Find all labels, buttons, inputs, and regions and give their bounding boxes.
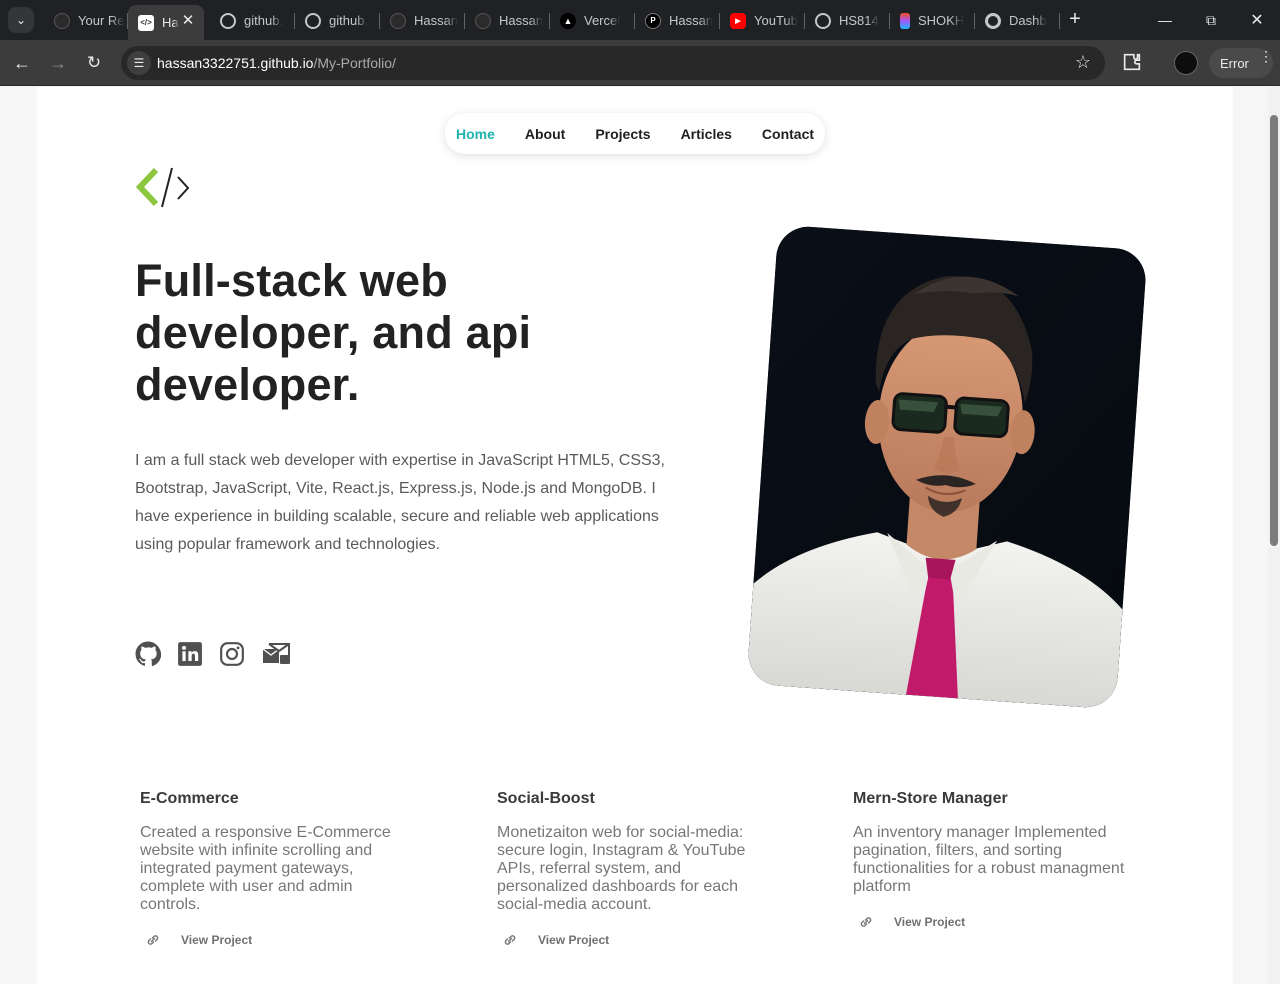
browser-tab[interactable]: HS814 xyxy=(805,5,890,36)
nav-about[interactable]: About xyxy=(510,126,580,142)
project-title: E-Commerce xyxy=(140,790,239,807)
portfolio-page: Home About Projects Articles Contact Ful… xyxy=(37,87,1233,984)
link-icon xyxy=(860,917,872,927)
view-project-link[interactable]: View Project xyxy=(853,914,1133,930)
minimize-button[interactable]: — xyxy=(1142,0,1188,40)
email-icon[interactable] xyxy=(261,641,291,667)
view-project-link[interactable]: View Project xyxy=(497,932,762,948)
browser-tab[interactable]: Your Re xyxy=(44,5,128,36)
social-links xyxy=(135,639,307,669)
browser-tab[interactable]: github. xyxy=(295,5,380,36)
globe-icon xyxy=(815,12,831,29)
github-icon xyxy=(54,12,70,29)
hero-title: Full-stack web developer, and api develo… xyxy=(135,255,532,410)
browser-tab[interactable]: P Hassan xyxy=(635,5,720,36)
url-host: hassan3322751.github.io xyxy=(157,55,314,71)
nav-home[interactable]: Home xyxy=(441,126,510,142)
new-tab-button[interactable]: + xyxy=(1066,9,1084,31)
github-icon xyxy=(390,12,406,29)
bookmark-star-icon[interactable]: ☆ xyxy=(1075,52,1091,73)
reload-button[interactable]: ↻ xyxy=(81,50,107,76)
view-project-label: View Project xyxy=(538,933,610,947)
browser-tab[interactable]: ▶ YouTub xyxy=(720,5,805,36)
project-title: Mern-Store Manager xyxy=(853,790,1008,807)
browser-tab-strip: ⌄ Your Re </> Ha ✕ github. github. Hassa… xyxy=(0,0,1280,40)
url-path: /My-Portfolio/ xyxy=(313,55,396,71)
browser-tab[interactable]: Hassan xyxy=(465,5,550,36)
page-viewport: Home About Projects Articles Contact Ful… xyxy=(0,87,1268,984)
github-icon[interactable] xyxy=(135,641,161,667)
browser-tab[interactable]: github. xyxy=(210,5,295,36)
back-button[interactable]: ← xyxy=(9,50,35,76)
nav-contact[interactable]: Contact xyxy=(747,126,829,142)
forward-button[interactable]: → xyxy=(45,50,71,76)
vercel-icon: ▲ xyxy=(560,12,576,29)
menu-dots-icon[interactable]: ⋮ xyxy=(1259,49,1273,63)
browser-tab[interactable]: ▲ Vercel xyxy=(550,5,635,36)
link-icon xyxy=(147,935,159,945)
nav-projects[interactable]: Projects xyxy=(580,126,665,142)
browser-tab-active[interactable]: </> Ha ✕ xyxy=(128,5,204,40)
tab-search-button[interactable]: ⌄ xyxy=(8,7,34,33)
view-project-label: View Project xyxy=(181,933,253,947)
close-tab-icon[interactable]: ✕ xyxy=(180,13,196,29)
page-scrollbar[interactable] xyxy=(1268,87,1280,984)
nav-articles[interactable]: Articles xyxy=(666,126,747,142)
site-info-icon[interactable]: ☰ xyxy=(127,51,151,75)
project-card: Social-Boost Monetizaiton web for social… xyxy=(497,790,762,948)
url-text: hassan3322751.github.io/My-Portfolio/ xyxy=(157,55,396,71)
project-description: Monetizaiton web for social-media: secur… xyxy=(497,824,746,913)
project-title: Social-Boost xyxy=(497,790,595,807)
instagram-icon[interactable] xyxy=(219,641,245,667)
linkedin-icon[interactable] xyxy=(177,641,203,667)
hero-description: I am a full stack web developer with exp… xyxy=(135,452,665,553)
view-project-label: View Project xyxy=(894,915,966,929)
chrome-icon xyxy=(985,12,1001,29)
site-logo[interactable] xyxy=(135,167,192,209)
extensions-icon[interactable] xyxy=(1121,51,1145,75)
profile-avatar[interactable] xyxy=(1174,51,1198,75)
youtube-icon: ▶ xyxy=(730,12,746,29)
browser-toolbar: ← → ↻ ☰ hassan3322751.github.io/My-Portf… xyxy=(0,40,1280,86)
figma-icon xyxy=(900,12,910,29)
address-bar[interactable]: ☰ hassan3322751.github.io/My-Portfolio/ … xyxy=(121,46,1105,80)
browser-tab[interactable]: Dashb xyxy=(975,5,1060,36)
scrollbar-thumb[interactable] xyxy=(1270,115,1278,546)
view-project-link[interactable]: View Project xyxy=(140,932,405,948)
error-label: Error xyxy=(1220,55,1249,71)
profile-icon: P xyxy=(645,12,661,29)
globe-icon xyxy=(305,12,321,29)
site-navbar: Home About Projects Articles Contact xyxy=(445,113,825,154)
code-icon: </> xyxy=(138,14,154,31)
close-window-button[interactable]: ✕ xyxy=(1234,0,1280,40)
project-description: Created a responsive E-Commerce website … xyxy=(140,824,391,913)
restore-button[interactable]: ⧉ xyxy=(1188,0,1234,40)
globe-icon xyxy=(220,12,236,29)
link-icon xyxy=(504,935,516,945)
github-icon xyxy=(475,12,491,29)
browser-tab[interactable]: Hassan xyxy=(380,5,465,36)
browser-tab[interactable]: SHOKH xyxy=(890,5,975,36)
profile-photo xyxy=(746,224,1148,710)
profile-error-chip[interactable]: Error ⋮ xyxy=(1209,48,1273,78)
project-card: Mern-Store Manager An inventory manager … xyxy=(853,790,1133,930)
project-card: E-Commerce Created a responsive E-Commer… xyxy=(140,790,405,948)
project-description: An inventory manager Implemented paginat… xyxy=(853,824,1125,895)
